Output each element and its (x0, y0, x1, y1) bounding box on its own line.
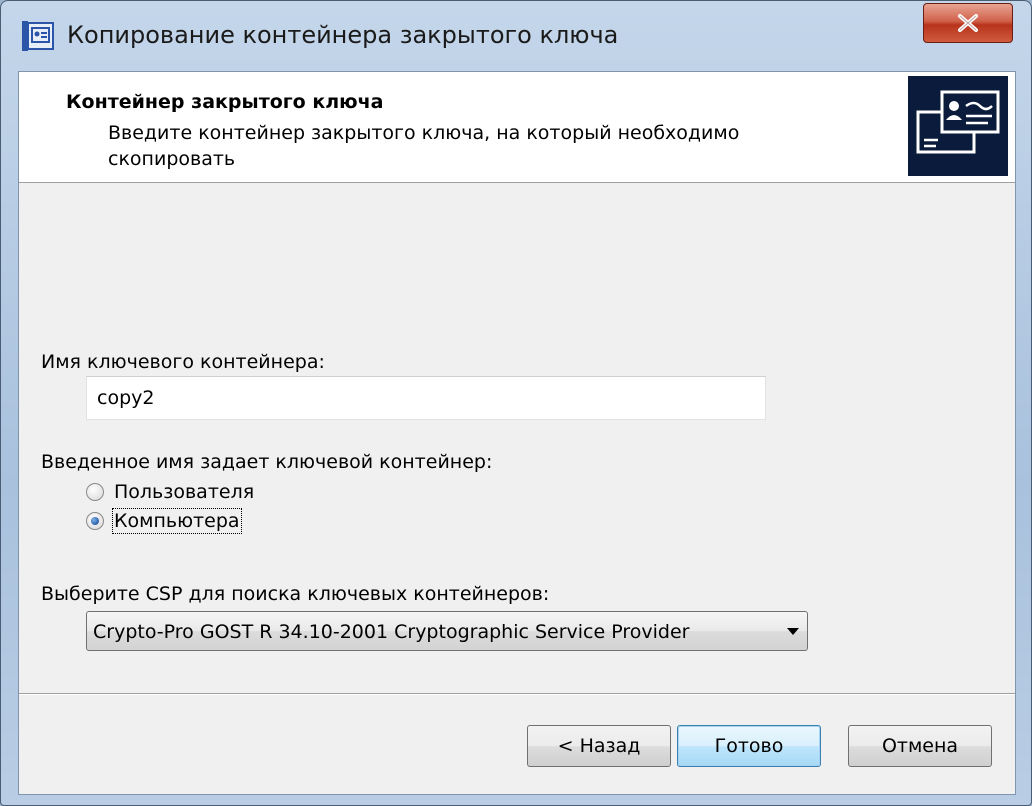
dialog-window: Копирование контейнера закрытого ключа К… (0, 0, 1032, 806)
radio-computer-label[interactable]: Компьютера (112, 508, 242, 534)
container-name-label: Имя ключевого контейнера: (41, 351, 325, 373)
csp-label: Выберите CSP для поиска ключевых контейн… (41, 583, 550, 605)
scope-label: Введенное имя задает ключевой контейнер: (41, 451, 493, 473)
back-button[interactable]: < Назад (527, 725, 671, 767)
wizard-header: Контейнер закрытого ключа Введите контей… (19, 72, 1015, 183)
radio-user-option[interactable]: Пользователя (86, 481, 254, 503)
close-button[interactable] (923, 3, 1013, 43)
cancel-button[interactable]: Отмена (848, 725, 992, 767)
title-bar[interactable]: Копирование контейнера закрытого ключа (1, 1, 1031, 71)
csp-dropdown[interactable]: Crypto-Pro GOST R 34.10-2001 Cryptograph… (86, 611, 808, 651)
dialog-client-area: Контейнер закрытого ключа Введите контей… (18, 71, 1016, 795)
container-name-input[interactable] (86, 376, 766, 420)
csp-selected-value: Crypto-Pro GOST R 34.10-2001 Cryptograph… (93, 621, 690, 643)
radio-user-label[interactable]: Пользователя (114, 481, 254, 503)
certificate-cards-icon (908, 76, 1008, 176)
radio-user[interactable] (86, 483, 104, 501)
chevron-down-icon[interactable] (787, 628, 799, 635)
radio-computer[interactable] (86, 512, 104, 530)
app-icon (21, 19, 55, 53)
close-x-icon (958, 14, 978, 32)
window-title: Копирование контейнера закрытого ключа (67, 21, 619, 49)
header-title: Контейнер закрытого ключа (66, 91, 384, 113)
header-description: Введите контейнер закрытого ключа, на ко… (108, 122, 740, 170)
finish-button[interactable]: Готово (677, 725, 821, 767)
radio-computer-option[interactable]: Компьютера (86, 508, 242, 534)
footer-separator (19, 693, 1015, 695)
